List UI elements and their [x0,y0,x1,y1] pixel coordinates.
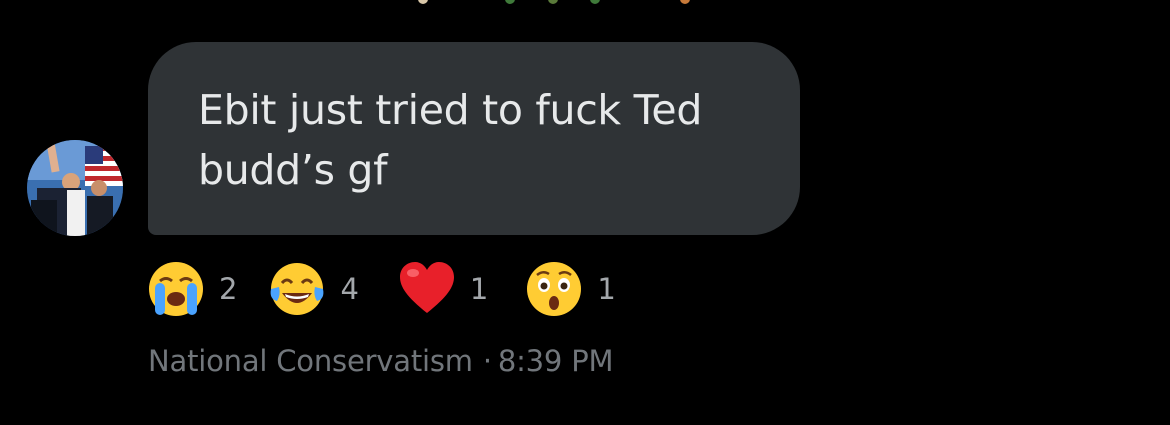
message-text: Ebit just tried to fuck Ted budd’s gf [198,86,703,194]
emoji-icon [548,0,558,4]
previous-message-reactions [0,0,1170,8]
sender-avatar[interactable] [27,140,123,236]
dm-conversation: Ebit just tried to fuck Ted budd’s gf 2 [0,0,1170,425]
emoji-icon [418,0,428,4]
emoji-icon [680,0,690,4]
avatar-photo [27,140,123,236]
reaction-astonished[interactable]: 1 [524,258,616,320]
reaction-count: 4 [340,272,359,306]
loudly-crying-face-icon [149,262,203,316]
reaction-count: 1 [597,272,616,306]
reaction-bar: 2 4 1 1 [146,258,616,320]
reaction-laughing[interactable]: 4 [267,258,359,320]
emoji-icon [505,0,515,4]
meta-separator: · [482,344,492,378]
message-timestamp: 8:39 PM [497,344,614,378]
reaction-heart[interactable]: 1 [397,258,488,320]
astonished-face-icon [527,262,582,316]
reaction-count: 2 [219,272,238,306]
red-heart-icon [399,262,454,313]
message-bubble[interactable]: Ebit just tried to fuck Ted budd’s gf [148,42,800,235]
message-meta: National Conservatism · 8:39 PM [148,344,614,378]
sender-name[interactable]: National Conservatism [148,344,473,378]
face-with-tears-of-joy-icon [271,263,324,315]
reaction-crying[interactable]: 2 [146,258,237,320]
emoji-icon [590,0,600,4]
reaction-count: 1 [469,272,489,306]
